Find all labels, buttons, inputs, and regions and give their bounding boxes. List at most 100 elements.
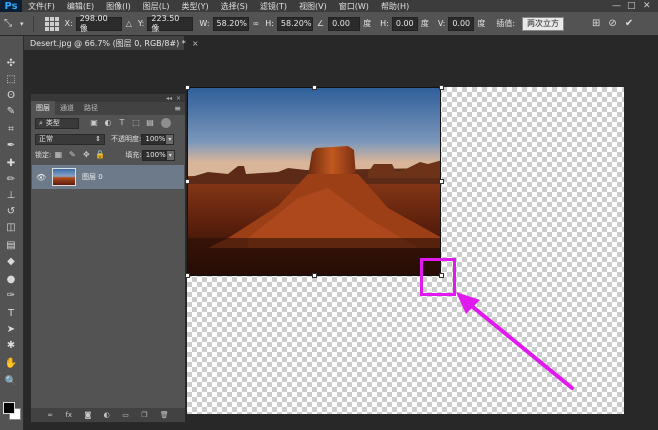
hskew-unit: 度 [420, 19, 429, 28]
crop-tool-icon[interactable]: ⌗ [4, 124, 18, 136]
shape-tool-icon[interactable]: ✱ [4, 340, 18, 352]
commit-transform-icon[interactable]: ✔ [625, 18, 633, 29]
gradient-tool-icon[interactable]: ▤ [4, 240, 18, 252]
marquee-tool-icon[interactable]: ⬚ [4, 74, 18, 86]
zoom-tool-icon[interactable]: 🔍 [4, 376, 18, 388]
transform-handle-top-right[interactable] [439, 85, 444, 90]
blur-tool-icon[interactable]: ◆ [4, 256, 18, 268]
menu-image[interactable]: 图像(I) [100, 1, 137, 12]
tab-paths[interactable]: 路径 [79, 101, 103, 115]
fill-input[interactable]: 100% [141, 149, 166, 161]
visibility-eye-icon[interactable]: 👁 [36, 173, 48, 182]
y-input[interactable]: 223.50 像 [147, 14, 194, 33]
vskew-unit: 度 [477, 19, 486, 28]
filter-type-icon[interactable]: T [117, 118, 127, 128]
menu-view[interactable]: 视图(V) [293, 1, 333, 12]
panel-footer: ∞ fx ◙ ◐ ▭ ❐ 🗑 [31, 408, 185, 422]
lock-position-icon[interactable]: ✥ [81, 150, 91, 160]
brush-tool-icon[interactable]: ✏ [4, 174, 18, 186]
pen-tool-icon[interactable]: ✑ [4, 290, 18, 302]
clone-stamp-tool-icon[interactable]: ⊥ [4, 190, 18, 202]
reference-point-grid-icon[interactable] [44, 16, 59, 31]
trash-icon[interactable]: 🗑 [160, 411, 169, 419]
menu-select[interactable]: 选择(S) [215, 1, 254, 12]
document-tab[interactable]: Desert.jpg @ 66.7% (图层 0, RGB/8#) * × [24, 36, 199, 50]
path-selection-tool-icon[interactable]: ➤ [4, 324, 18, 336]
move-tool-icon[interactable]: ✣ [4, 58, 18, 70]
maximize-button[interactable]: □ [627, 0, 636, 12]
tab-channels[interactable]: 通道 [55, 101, 79, 115]
eyedropper-tool-icon[interactable]: ✒ [4, 140, 18, 152]
link-layers-icon[interactable]: ∞ [47, 411, 53, 419]
panel-menu-icon[interactable]: ≡ [174, 104, 185, 115]
lock-pixels-icon[interactable]: ✎ [67, 150, 77, 160]
filter-adjustment-icon[interactable]: ◐ [103, 118, 113, 128]
menu-edit[interactable]: 编辑(E) [61, 1, 100, 12]
h-input[interactable]: 58.20% [276, 16, 313, 31]
collapse-icon[interactable]: ◂◂ [166, 95, 172, 102]
filter-toggle[interactable] [161, 118, 171, 128]
dropdown-arrow-icon[interactable]: ▾ [20, 20, 24, 28]
lock-transparent-icon[interactable]: ▦ [53, 150, 63, 160]
vskew-input[interactable]: 0.00 [448, 16, 475, 31]
angle-unit: 度 [363, 19, 372, 28]
eraser-tool-icon[interactable]: ◫ [4, 222, 18, 234]
quick-select-tool-icon[interactable]: ✎ [4, 106, 18, 118]
delta-icon[interactable]: △ [126, 19, 132, 28]
minimize-button[interactable]: — [612, 0, 621, 12]
transform-handle-top-left[interactable] [185, 85, 190, 90]
tab-layers[interactable]: 图层 [31, 101, 55, 115]
layer-row[interactable]: 👁 图层 0 [32, 165, 184, 189]
hskew-input[interactable]: 0.00 [391, 16, 418, 31]
warp-mode-icon[interactable]: ⊞ [592, 18, 600, 29]
cancel-transform-icon[interactable]: ⊘ [608, 18, 616, 29]
filter-shape-icon[interactable]: ⬚ [131, 118, 141, 128]
opacity-dropdown-icon[interactable]: ▾ [165, 133, 175, 145]
interpolation-select[interactable]: 两次立方 [522, 16, 565, 31]
adjustment-layer-icon[interactable]: ◐ [104, 411, 110, 419]
menu-layer[interactable]: 图层(L) [137, 1, 176, 12]
menu-help[interactable]: 帮助(H) [375, 1, 415, 12]
layers-panel: ◂◂ × 图层 通道 路径 ≡ ⌕ 类型 ▣ ◐ T ⬚ ▤ 正常 ⇕ 不透明度… [30, 93, 186, 423]
link-icon[interactable]: ∞ [253, 19, 260, 28]
transform-handle-bottom-center[interactable] [312, 273, 317, 278]
hand-tool-icon[interactable]: ✋ [4, 358, 18, 370]
panel-close-icon[interactable]: × [176, 95, 181, 102]
document-tab-title: Desert.jpg @ 66.7% (图层 0, RGB/8#) * [30, 38, 186, 48]
layer-name[interactable]: 图层 0 [82, 172, 103, 182]
lock-all-icon[interactable]: 🔒 [95, 150, 105, 160]
type-tool-icon[interactable]: T [4, 308, 18, 320]
new-layer-icon[interactable]: ❐ [141, 411, 147, 419]
w-input[interactable]: 58.20% [212, 16, 249, 31]
options-bar: ⤡ ▾ X: 298.00 像 △ Y: 223.50 像 W: 58.20% … [0, 12, 658, 36]
foreground-color-swatch[interactable] [3, 402, 15, 414]
transform-handle-middle-right[interactable] [439, 179, 444, 184]
add-mask-icon[interactable]: ◙ [84, 411, 91, 419]
menu-type[interactable]: 类型(Y) [175, 1, 214, 12]
filter-kind-select[interactable]: ⌕ 类型 [35, 117, 79, 129]
desert-image-layer[interactable] [187, 87, 441, 276]
lasso-tool-icon[interactable]: ʘ [4, 90, 18, 102]
close-tab-icon[interactable]: × [192, 39, 199, 48]
opacity-input[interactable]: 100% [141, 133, 165, 145]
close-window-button[interactable]: ✕ [643, 0, 651, 12]
angle-input[interactable]: 0.00 [328, 16, 361, 31]
blend-mode-select[interactable]: 正常 ⇕ [35, 133, 105, 145]
menu-filter[interactable]: 滤镜(T) [254, 1, 293, 12]
new-group-icon[interactable]: ▭ [122, 411, 129, 419]
transform-tool-icon[interactable]: ⤡ [4, 18, 12, 29]
fx-icon[interactable]: fx [65, 411, 72, 419]
x-input[interactable]: 298.00 像 [75, 14, 122, 33]
dodge-tool-icon[interactable]: ● [4, 274, 18, 286]
filter-pixel-icon[interactable]: ▣ [89, 118, 99, 128]
menu-window[interactable]: 窗口(W) [333, 1, 375, 12]
vskew-label: V: [437, 19, 446, 28]
healing-brush-tool-icon[interactable]: ✚ [4, 158, 18, 170]
desert-image [188, 88, 440, 275]
transform-handle-top-center[interactable] [312, 85, 317, 90]
menu-file[interactable]: 文件(F) [22, 1, 61, 12]
history-brush-tool-icon[interactable]: ↺ [4, 206, 18, 218]
lock-label: 锁定: [35, 151, 52, 159]
filter-smart-object-icon[interactable]: ▤ [145, 118, 155, 128]
fill-dropdown-icon[interactable]: ▾ [165, 149, 175, 161]
